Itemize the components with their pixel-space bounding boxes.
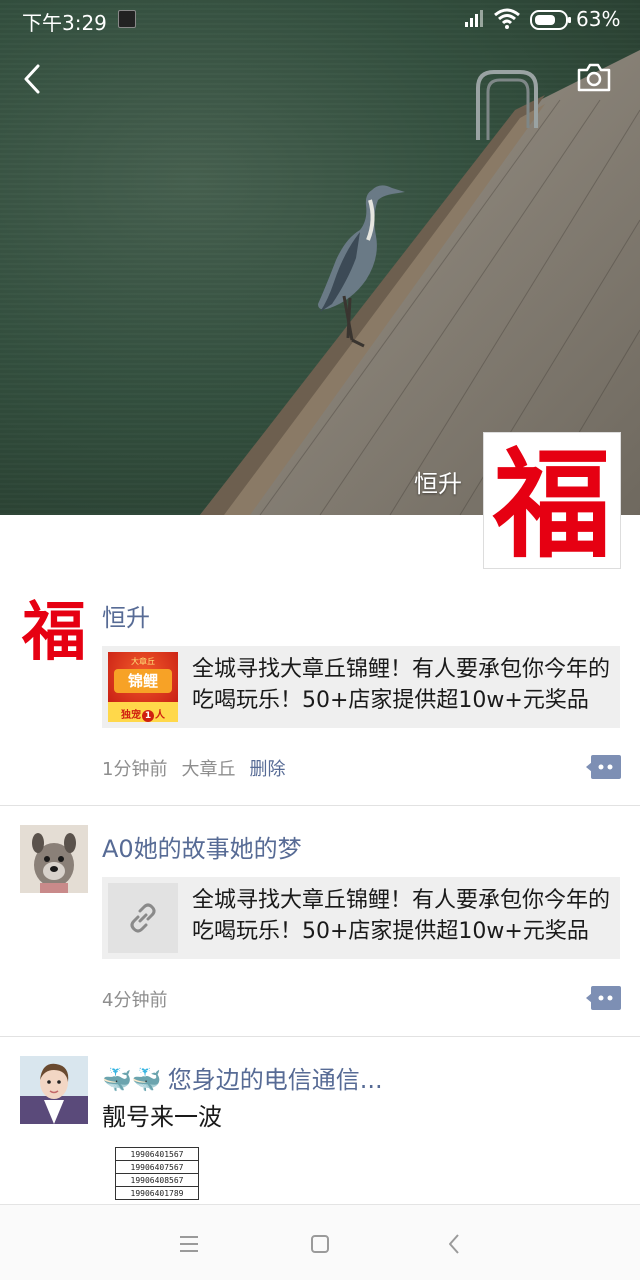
phone-number-cell: 19906401567 bbox=[115, 1147, 199, 1161]
post-body-text: 靓号来一波 bbox=[102, 1103, 222, 1131]
post-meta: 4分钟前 bbox=[102, 986, 167, 1012]
link-icon bbox=[130, 903, 156, 933]
avatar[interactable] bbox=[20, 1056, 88, 1124]
soul-app-icon bbox=[118, 10, 136, 28]
fu-character-image: 福 bbox=[492, 436, 611, 566]
cellular-signal-icon bbox=[465, 10, 483, 27]
shared-link-title: 全城寻找大章丘锦鲤！有人要承包你今年的吃喝玩乐！50+店家提供超10w+元奖品 bbox=[192, 888, 611, 944]
camera-icon bbox=[577, 63, 611, 92]
shared-link-card[interactable]: 全城寻找大章丘锦鲤！有人要承包你今年的吃喝玩乐！50+店家提供超10w+元奖品 bbox=[102, 877, 620, 959]
post-location[interactable]: 大章丘 bbox=[181, 759, 235, 780]
profile-avatar[interactable]: 福 bbox=[483, 432, 621, 569]
thumb-text-top: 大章丘 bbox=[131, 657, 155, 666]
post-author-name[interactable]: A0她的故事她的梦 bbox=[102, 829, 302, 864]
comment-dots-icon bbox=[586, 755, 621, 779]
camera-button[interactable] bbox=[576, 62, 612, 94]
post-author-name[interactable]: 🐳🐳 您身边的电信通信... bbox=[102, 1060, 383, 1095]
shared-link-title: 全城寻找大章丘锦鲤！有人要承包你今年的吃喝玩乐！50+店家提供超10w+元奖品 bbox=[192, 657, 611, 713]
menu-icon bbox=[180, 1236, 198, 1252]
dog-photo-avatar bbox=[20, 825, 88, 893]
thumb-text-main: 锦鲤 bbox=[114, 669, 172, 693]
post-author-name[interactable]: 恒升 bbox=[102, 598, 150, 633]
phone-number-image[interactable]: 19906401567 19906407567 19906408567 1990… bbox=[115, 1147, 199, 1200]
phone-number-cell: 19906408567 bbox=[115, 1173, 199, 1187]
thumb-text-bottom: 独宠 1 人 bbox=[121, 710, 165, 722]
post-divider bbox=[0, 805, 640, 806]
comment-button[interactable] bbox=[586, 754, 622, 780]
post-divider bbox=[0, 1036, 640, 1037]
status-bar: 下午3:29 63% bbox=[0, 0, 640, 40]
person-photo-avatar bbox=[20, 1056, 88, 1124]
back-triangle-icon bbox=[449, 1234, 459, 1254]
home-button[interactable] bbox=[305, 1229, 335, 1259]
delete-button[interactable]: 删除 bbox=[249, 759, 285, 780]
chevron-left-icon bbox=[24, 64, 40, 94]
avatar[interactable]: 福 bbox=[20, 594, 88, 662]
wifi-icon bbox=[494, 8, 520, 29]
system-nav-bar bbox=[0, 1204, 640, 1280]
fu-character-image: 福 bbox=[21, 595, 86, 662]
whale-emoji: 🐳🐳 bbox=[102, 1066, 162, 1094]
battery-icon bbox=[530, 10, 571, 30]
comment-button[interactable] bbox=[586, 985, 622, 1011]
home-square-icon bbox=[311, 1235, 329, 1253]
phone-number-cell: 19906401789 bbox=[115, 1186, 199, 1200]
post-meta: 1分钟前 大章丘 删除 bbox=[102, 755, 285, 781]
status-time: 下午3:29 bbox=[22, 11, 107, 35]
comment-dots-icon bbox=[586, 986, 621, 1010]
avatar[interactable] bbox=[20, 825, 88, 893]
nav-back-button[interactable] bbox=[440, 1229, 470, 1259]
post-time: 4分钟前 bbox=[102, 990, 168, 1011]
koi-promo-thumbnail: 大章丘 锦鲤 独宠 1 人 bbox=[108, 652, 178, 722]
post-time: 1分钟前 bbox=[102, 759, 168, 780]
menu-button[interactable] bbox=[174, 1229, 204, 1259]
svg-text:福: 福 bbox=[492, 436, 611, 566]
shared-link-card[interactable]: 大章丘 锦鲤 独宠 1 人 全城寻找大章丘锦鲤！有人要承包你今年的吃喝玩乐！50+店… bbox=[102, 646, 620, 728]
back-button[interactable] bbox=[18, 62, 48, 96]
battery-percent: 63% bbox=[576, 7, 621, 31]
link-thumbnail bbox=[108, 883, 178, 953]
svg-text:福: 福 bbox=[21, 595, 86, 662]
profile-name[interactable]: 恒升 bbox=[414, 464, 462, 499]
phone-number-cell: 19906407567 bbox=[115, 1160, 199, 1174]
